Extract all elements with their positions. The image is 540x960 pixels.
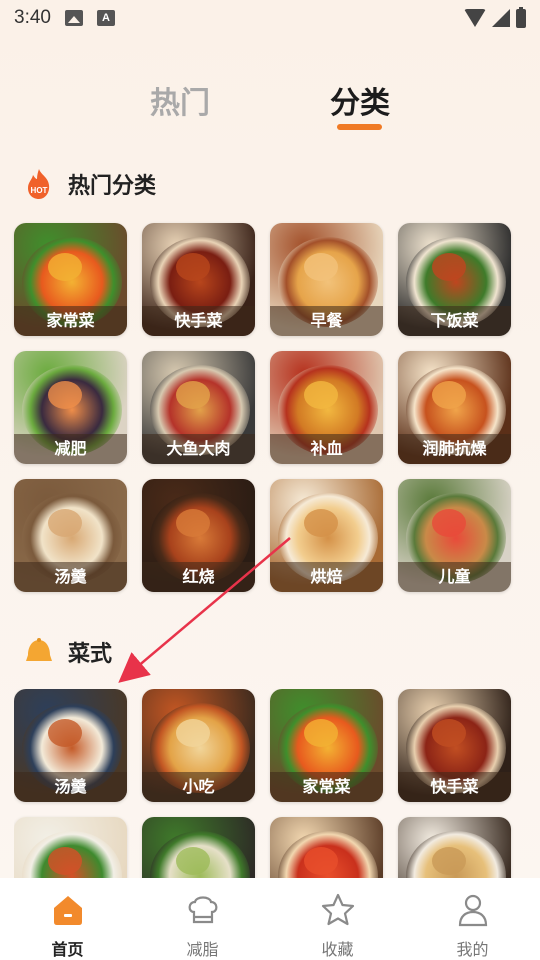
card-label: 早餐 <box>270 306 383 336</box>
card-label: 家常菜 <box>14 306 127 336</box>
dish-image <box>398 817 511 878</box>
cuisine-card[interactable]: 快手菜 <box>398 689 511 802</box>
popular-category-card[interactable]: 大鱼大肉 <box>142 351 255 464</box>
popular-category-card[interactable]: 减肥 <box>14 351 127 464</box>
top-tabs: 热门 分类 <box>0 78 540 138</box>
nav-item-star[interactable]: 收藏 <box>270 878 405 960</box>
hot-fire-icon: HOT <box>22 167 56 201</box>
cuisine-card[interactable] <box>398 817 511 878</box>
popular-category-card[interactable]: 红烧 <box>142 479 255 592</box>
a-icon: A <box>96 10 115 26</box>
card-label: 快手菜 <box>398 772 511 802</box>
popular-category-grid: 家常菜 快手菜 早餐 下饭菜减肥 大鱼大肉 补血 润肺抗燥汤羹 红烧 烘焙 儿童 <box>14 223 526 593</box>
popular-category-card[interactable]: 早餐 <box>270 223 383 336</box>
cuisine-section-header: 菜式 <box>22 632 112 672</box>
popular-category-card[interactable]: 润肺抗燥 <box>398 351 511 464</box>
popular-category-card[interactable]: 烘焙 <box>270 479 383 592</box>
card-label: 润肺抗燥 <box>398 434 511 464</box>
person-icon <box>453 890 493 930</box>
card-label: 小吃 <box>142 772 255 802</box>
popular-section-header: HOT 热门分类 <box>22 164 156 204</box>
popular-category-card[interactable]: 家常菜 <box>14 223 127 336</box>
signal-icon <box>492 9 510 27</box>
status-time: 3:40 <box>14 7 51 28</box>
tab-hot[interactable]: 热门 <box>150 78 210 122</box>
card-label: 家常菜 <box>270 772 383 802</box>
popular-category-card[interactable]: 补血 <box>270 351 383 464</box>
tab-category[interactable]: 分类 <box>330 78 390 122</box>
nav-label: 收藏 <box>321 940 354 959</box>
chef-hat-icon <box>183 890 223 930</box>
card-label: 汤羹 <box>14 772 127 802</box>
wifi-icon <box>464 9 486 27</box>
card-label: 烘焙 <box>270 562 383 592</box>
card-label: 补血 <box>270 434 383 464</box>
dish-image <box>142 817 255 878</box>
cuisine-card[interactable]: 汤羹 <box>14 689 127 802</box>
status-bar: 3:40 A <box>0 0 540 36</box>
cuisine-card[interactable] <box>14 817 127 878</box>
card-label: 下饭菜 <box>398 306 511 336</box>
nav-item-person[interactable]: 我的 <box>405 878 540 960</box>
bottom-nav: 首页 减脂 收藏 我的 <box>0 878 540 960</box>
popular-category-card[interactable]: 汤羹 <box>14 479 127 592</box>
nav-label: 减脂 <box>186 940 219 959</box>
card-label: 汤羹 <box>14 562 127 592</box>
battery-icon <box>516 6 526 28</box>
cuisine-card[interactable]: 家常菜 <box>270 689 383 802</box>
popular-category-card[interactable]: 下饭菜 <box>398 223 511 336</box>
cuisine-grid: 汤羹 小吃 家常菜 快手菜 <box>14 689 526 878</box>
nav-item-chef-hat[interactable]: 减脂 <box>135 878 270 960</box>
cuisine-card[interactable]: 小吃 <box>142 689 255 802</box>
dish-image <box>270 817 383 878</box>
card-label: 减肥 <box>14 434 127 464</box>
popular-category-card[interactable]: 儿童 <box>398 479 511 592</box>
tab-active-indicator <box>337 124 382 130</box>
cuisine-section-title: 菜式 <box>68 642 113 667</box>
home-icon <box>48 890 88 930</box>
star-icon <box>318 890 358 930</box>
card-label: 快手菜 <box>142 306 255 336</box>
image-icon <box>64 10 83 26</box>
cuisine-card[interactable] <box>142 817 255 878</box>
popular-category-card[interactable]: 快手菜 <box>142 223 255 336</box>
popular-section-title: 热门分类 <box>68 174 157 199</box>
nav-label: 首页 <box>51 940 84 959</box>
card-label: 红烧 <box>142 562 255 592</box>
nav-label: 我的 <box>456 940 489 959</box>
bell-icon <box>22 635 56 669</box>
svg-text:HOT: HOT <box>31 186 48 195</box>
dish-image <box>14 817 127 878</box>
nav-item-home[interactable]: 首页 <box>0 878 135 960</box>
card-label: 大鱼大肉 <box>142 434 255 464</box>
cuisine-card[interactable] <box>270 817 383 878</box>
card-label: 儿童 <box>398 562 511 592</box>
